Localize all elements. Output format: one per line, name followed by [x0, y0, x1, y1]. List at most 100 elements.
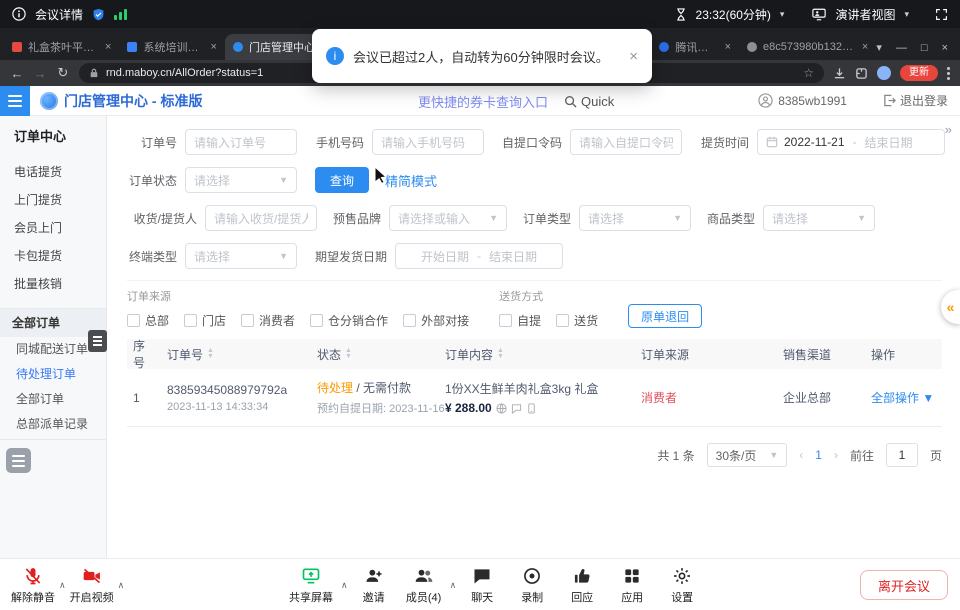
- tab-close-icon[interactable]: ×: [725, 41, 731, 53]
- window-maximize-icon[interactable]: □: [921, 42, 928, 54]
- current-page[interactable]: 1: [815, 448, 822, 462]
- order-status-select[interactable]: 请选择 ▼: [185, 167, 297, 193]
- ship-date-range-input[interactable]: 开始日期 - 结束日期: [395, 243, 563, 269]
- sidenav-item-batch-verify[interactable]: 批量核销: [0, 270, 106, 298]
- network-signal-icon[interactable]: [114, 8, 127, 20]
- security-shield-icon[interactable]: [92, 8, 105, 21]
- col-content[interactable]: 订单内容▲▼: [439, 346, 635, 363]
- sidebar-drag-handle[interactable]: [88, 330, 107, 352]
- sidenav-item-phone-pickup[interactable]: 电话提货: [0, 158, 106, 186]
- order-type-select[interactable]: 请选择 ▼: [579, 205, 691, 231]
- checkbox-source-hq[interactable]: 总部: [127, 312, 169, 329]
- quick-search[interactable]: Quick: [564, 94, 614, 109]
- chat-button[interactable]: 聊天: [457, 563, 507, 607]
- reload-icon[interactable]: ↻: [56, 65, 70, 81]
- sidenav-item-all-orders[interactable]: 全部订单: [0, 387, 106, 412]
- bookmark-star-icon[interactable]: ☆: [803, 66, 814, 80]
- meeting-details-label[interactable]: 会议详情: [35, 6, 83, 23]
- extensions-icon[interactable]: [855, 67, 868, 80]
- video-options-chevron-icon[interactable]: ∧: [118, 580, 125, 591]
- coupon-query-link[interactable]: 更快捷的券卡查询入口: [418, 92, 548, 111]
- col-order-no[interactable]: 订单号▲▼: [161, 346, 311, 363]
- user-account[interactable]: 8385wb1991: [758, 93, 847, 108]
- sidenav-item-hq-dispatch[interactable]: 总部派单记录: [0, 412, 106, 437]
- forward-icon[interactable]: →: [33, 66, 47, 81]
- original-order-return-button[interactable]: 原单退回: [628, 304, 702, 328]
- meeting-info-icon[interactable]: [12, 7, 26, 21]
- prev-page-button[interactable]: ‹: [799, 448, 803, 462]
- sidenav-item-door-pickup[interactable]: 上门提货: [0, 186, 106, 214]
- sidenav-item-pending-orders[interactable]: 待处理订单: [0, 362, 106, 387]
- meeting-timer[interactable]: 23:32(60分钟): [696, 6, 771, 23]
- sort-icon[interactable]: ▲▼: [345, 348, 352, 360]
- settings-button[interactable]: 设置: [657, 563, 707, 607]
- checkbox-source-warehouse-coop[interactable]: 仓分销合作: [310, 312, 388, 329]
- view-mode-label[interactable]: 演讲者视图: [835, 6, 895, 23]
- next-page-button[interactable]: ›: [834, 448, 838, 462]
- browser-tab-2[interactable]: 系统培训学习 ×: [119, 34, 225, 60]
- chevron-down-icon: ▼: [769, 450, 778, 460]
- tab-close-icon[interactable]: ×: [211, 41, 217, 53]
- collapse-panel-icon[interactable]: »: [945, 122, 952, 137]
- share-screen-button[interactable]: 共享屏幕: [282, 563, 340, 607]
- members-options-chevron-icon[interactable]: ∧: [450, 580, 457, 591]
- browser-update-button[interactable]: 更新: [900, 65, 938, 81]
- simple-mode-link[interactable]: 精简模式: [385, 171, 437, 190]
- site-info-icon[interactable]: [89, 68, 99, 78]
- browser-tab-5[interactable]: e8c573980b1328a258fd2e6 ×: [739, 34, 876, 60]
- invite-button[interactable]: 邀请: [349, 563, 399, 607]
- checkbox-delivery-selfpickup[interactable]: 自提: [499, 312, 541, 329]
- pickup-code-input[interactable]: 请输入自提口令码: [570, 129, 682, 155]
- members-button[interactable]: 成员(4): [399, 563, 449, 607]
- fullscreen-icon[interactable]: [935, 8, 948, 21]
- sidenav-item-member-visit[interactable]: 会员上门: [0, 214, 106, 242]
- view-mode-caret-icon[interactable]: ▾: [904, 9, 909, 20]
- browser-tab-4[interactable]: 腾讯文档 ×: [651, 34, 739, 60]
- download-icon[interactable]: [833, 67, 846, 80]
- profile-avatar[interactable]: [877, 66, 891, 80]
- receiver-input[interactable]: 请输入收货/提货人: [205, 205, 317, 231]
- browser-menu-icon[interactable]: [947, 67, 950, 80]
- start-video-button[interactable]: 开启视频: [67, 563, 117, 607]
- cell-status: 待处理 / 无需付款 预约自提日期: 2023-11-16: [311, 379, 439, 416]
- window-close-icon[interactable]: ×: [942, 42, 948, 54]
- mic-options-chevron-icon[interactable]: ∧: [59, 580, 66, 591]
- meeting-toolbar: 解除静音 ∧ 开启视频 ∧ 共享屏幕 ∧: [0, 558, 960, 610]
- unmute-button[interactable]: 解除静音: [8, 563, 58, 607]
- checkbox-source-external[interactable]: 外部对接: [403, 312, 469, 329]
- checkbox-source-consumer[interactable]: 消费者: [241, 312, 295, 329]
- record-button[interactable]: 录制: [507, 563, 557, 607]
- goods-type-select[interactable]: 请选择 ▼: [763, 205, 875, 231]
- col-status[interactable]: 状态▲▼: [311, 346, 439, 363]
- tab-close-icon[interactable]: ×: [105, 41, 111, 53]
- search-button[interactable]: 查询: [315, 167, 369, 193]
- goto-page-input[interactable]: [886, 443, 918, 467]
- sidenav-item-card-pickup[interactable]: 卡包提货: [0, 242, 106, 270]
- logout-button[interactable]: 退出登录: [883, 92, 948, 109]
- reaction-button[interactable]: 回应: [557, 563, 607, 607]
- phone-input[interactable]: 请输入手机号码: [372, 129, 484, 155]
- page-size-select[interactable]: 30条/页 ▼: [707, 443, 788, 467]
- order-no-input[interactable]: 请输入订单号: [185, 129, 297, 155]
- sort-icon[interactable]: ▲▼: [207, 348, 214, 360]
- share-options-chevron-icon[interactable]: ∧: [341, 580, 348, 591]
- back-icon[interactable]: ←: [10, 66, 24, 81]
- brand-select[interactable]: 请选择或输入 ▼: [389, 205, 507, 231]
- sort-icon[interactable]: ▲▼: [497, 348, 504, 360]
- apps-button[interactable]: 应用: [607, 563, 657, 607]
- timer-caret-icon[interactable]: ▾: [780, 9, 785, 20]
- floating-list-widget[interactable]: [6, 448, 31, 473]
- tab-search-icon[interactable]: ▾: [876, 41, 882, 54]
- checkbox-source-store[interactable]: 门店: [184, 312, 226, 329]
- leave-meeting-button[interactable]: 离开会议: [860, 570, 948, 600]
- pickup-time-range-input[interactable]: 2022-11-21 - 结束日期: [757, 129, 945, 155]
- terminal-type-select[interactable]: 请选择 ▼: [185, 243, 297, 269]
- window-minimize-icon[interactable]: —: [896, 42, 907, 54]
- toast-close-icon[interactable]: ×: [629, 48, 638, 65]
- order-no-value[interactable]: 83859345088979792a: [167, 383, 305, 397]
- checkbox-delivery-deliver[interactable]: 送货: [556, 312, 598, 329]
- sidebar-toggle-button[interactable]: [0, 86, 30, 116]
- tab-close-icon[interactable]: ×: [862, 41, 868, 53]
- browser-tab-1[interactable]: 礼盒茶叶平台管理中心 ×: [4, 34, 119, 60]
- all-actions-dropdown[interactable]: 全部操作 ▼: [871, 391, 934, 405]
